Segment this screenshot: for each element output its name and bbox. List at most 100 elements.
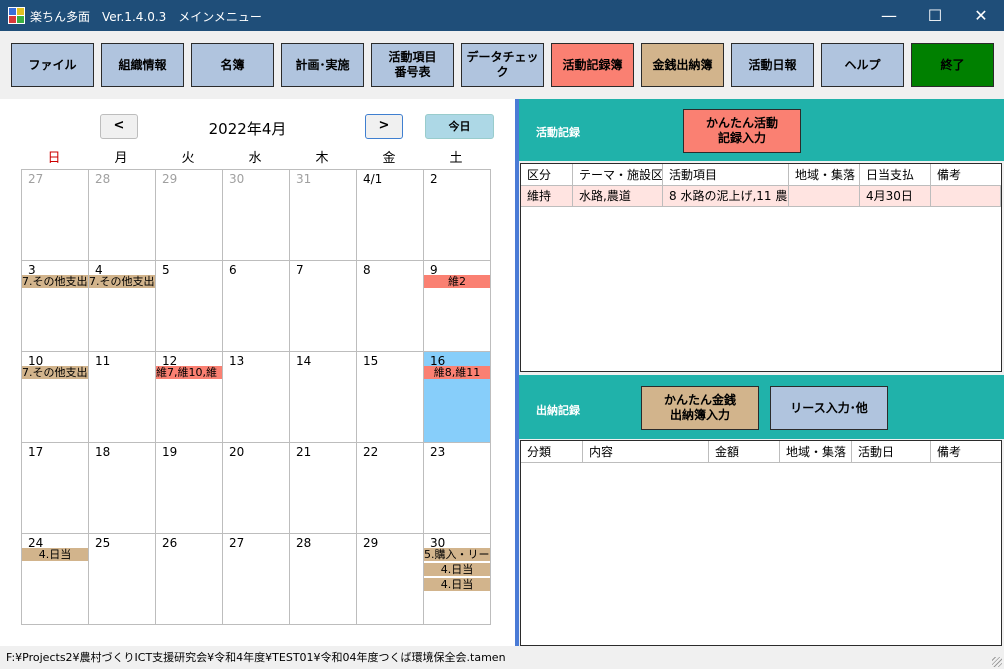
table-cell: 維持 bbox=[521, 186, 573, 207]
plan-button[interactable]: 計画･実施 bbox=[281, 43, 364, 87]
lease-entry-button[interactable]: リース入力･他 bbox=[770, 386, 888, 430]
calendar-day[interactable]: 31 bbox=[290, 170, 357, 261]
column-header[interactable]: 区分 bbox=[521, 164, 573, 186]
calendar-event[interactable]: 維7,維10,維 bbox=[156, 366, 222, 379]
calendar-event[interactable]: 4.日当 bbox=[424, 563, 490, 576]
org-info-button[interactable]: 組織情報 bbox=[101, 43, 184, 87]
activity-log-button[interactable]: 活動記録簿 bbox=[551, 43, 634, 87]
calendar-day[interactable]: 27 bbox=[223, 534, 290, 625]
cashbook-button[interactable]: 金銭出納簿 bbox=[641, 43, 724, 87]
table-cell bbox=[931, 186, 1001, 207]
activity-grid-header: 区分 テーマ・施設区 活動項目 地域・集落 日当支払 備考 bbox=[521, 164, 1001, 186]
quick-activity-entry-button[interactable]: かんたん活動 記録入力 bbox=[683, 109, 801, 153]
column-header[interactable]: 地域・集落 bbox=[780, 441, 852, 463]
calendar-event[interactable]: 4.日当 bbox=[22, 548, 88, 561]
calendar-day[interactable]: 22 bbox=[357, 443, 424, 534]
calendar-day[interactable]: 9 維2 bbox=[424, 261, 491, 352]
maximize-icon[interactable]: ☐ bbox=[912, 0, 958, 31]
day-number: 31 bbox=[296, 172, 312, 186]
weekday-label: 日 bbox=[47, 151, 61, 166]
calendar-day[interactable]: 28 bbox=[89, 170, 156, 261]
weekday-label: 火 bbox=[181, 151, 195, 166]
calendar-day[interactable]: 8 bbox=[357, 261, 424, 352]
activity-items-button[interactable]: 活動項目 番号表 bbox=[371, 43, 454, 87]
calendar-day[interactable]: 25 bbox=[89, 534, 156, 625]
calendar-day[interactable]: 3 7.その他支出 bbox=[22, 261, 89, 352]
table-row[interactable]: 維持 水路,農道 8 水路の泥上げ,11 農道の草刈り 4月30日 bbox=[521, 186, 1001, 207]
month-title: 2022年4月 bbox=[208, 120, 287, 138]
roster-button[interactable]: 名簿 bbox=[191, 43, 274, 87]
column-header[interactable]: 備考 bbox=[931, 164, 1001, 186]
calendar-day[interactable]: 29 bbox=[357, 534, 424, 625]
column-header[interactable]: 内容 bbox=[583, 441, 709, 463]
column-header[interactable]: 地域・集落 bbox=[789, 164, 860, 186]
calendar-day[interactable]: 24 4.日当 bbox=[22, 534, 89, 625]
calendar-event[interactable]: 4.日当 bbox=[424, 578, 490, 591]
calendar-day[interactable]: 27 bbox=[22, 170, 89, 261]
calendar-day[interactable]: 18 bbox=[89, 443, 156, 534]
calendar-day[interactable]: 11 bbox=[89, 352, 156, 443]
day-number: 2 bbox=[430, 172, 438, 186]
day-number: 27 bbox=[28, 172, 44, 186]
minimize-icon[interactable]: — bbox=[866, 0, 912, 31]
column-header[interactable]: 活動項目 bbox=[663, 164, 789, 186]
day-number: 17 bbox=[28, 445, 44, 459]
calendar-day[interactable]: 5 bbox=[156, 261, 223, 352]
calendar-day[interactable]: 21 bbox=[290, 443, 357, 534]
calendar-day[interactable]: 17 bbox=[22, 443, 89, 534]
weekday-label: 木 bbox=[315, 151, 329, 166]
panel-divider[interactable] bbox=[515, 99, 519, 646]
calendar-day[interactable]: 2 bbox=[424, 170, 491, 261]
calendar-day[interactable]: 4/1 bbox=[357, 170, 424, 261]
column-header[interactable]: 分類 bbox=[521, 441, 583, 463]
next-month-button[interactable]: > bbox=[365, 114, 403, 139]
help-button[interactable]: ヘルプ bbox=[821, 43, 904, 87]
day-number: 20 bbox=[229, 445, 245, 459]
quick-cashbook-entry-button[interactable]: かんたん金銭 出納簿入力 bbox=[641, 386, 759, 430]
column-header[interactable]: テーマ・施設区 bbox=[573, 164, 663, 186]
prev-month-button[interactable]: < bbox=[100, 114, 138, 139]
calendar-day[interactable]: 6 bbox=[223, 261, 290, 352]
calendar-day[interactable]: 23 bbox=[424, 443, 491, 534]
calendar-day[interactable]: 16 維8,維11 bbox=[424, 352, 491, 443]
calendar-day[interactable]: 12 維7,維10,維 bbox=[156, 352, 223, 443]
calendar-event[interactable]: 7.その他支出 bbox=[89, 275, 155, 288]
close-icon[interactable]: ✕ bbox=[958, 0, 1004, 31]
calendar-day[interactable]: 7 bbox=[290, 261, 357, 352]
calendar-day[interactable]: 26 bbox=[156, 534, 223, 625]
calendar-day[interactable]: 10 7.その他支出 bbox=[22, 352, 89, 443]
day-number: 19 bbox=[162, 445, 178, 459]
calendar-day[interactable]: 14 bbox=[290, 352, 357, 443]
calendar-event[interactable]: 5.購入・リース bbox=[424, 548, 490, 561]
calendar-day[interactable]: 305.購入・リース4.日当4.日当 bbox=[424, 534, 491, 625]
calendar-day[interactable]: 30 bbox=[223, 170, 290, 261]
calendar-day[interactable]: 20 bbox=[223, 443, 290, 534]
calendar-day[interactable]: 28 bbox=[290, 534, 357, 625]
file-button[interactable]: ファイル bbox=[11, 43, 94, 87]
column-header[interactable]: 備考 bbox=[931, 441, 1001, 463]
table-cell: 4月30日 bbox=[860, 186, 931, 207]
activity-grid[interactable]: 区分 テーマ・施設区 活動項目 地域・集落 日当支払 備考 維持 水路,農道 8… bbox=[520, 163, 1002, 372]
day-number: 28 bbox=[296, 536, 312, 550]
today-button[interactable]: 今日 bbox=[425, 114, 494, 139]
day-number: 30 bbox=[229, 172, 245, 186]
column-header[interactable]: 金額 bbox=[709, 441, 780, 463]
cashbook-grid[interactable]: 分類 内容 金額 地域・集落 活動日 備考 bbox=[520, 440, 1002, 646]
daily-report-button[interactable]: 活動日報 bbox=[731, 43, 814, 87]
window-title: 楽ちん多面 Ver.1.4.0.3 メインメニュー bbox=[30, 10, 262, 24]
data-check-button[interactable]: データチェック bbox=[461, 43, 544, 87]
calendar-day[interactable]: 15 bbox=[357, 352, 424, 443]
resize-grip-icon[interactable] bbox=[992, 657, 1002, 667]
calendar-event[interactable]: 維8,維11 bbox=[424, 366, 490, 379]
calendar-day[interactable]: 29 bbox=[156, 170, 223, 261]
column-header[interactable]: 活動日 bbox=[852, 441, 931, 463]
day-number: 15 bbox=[363, 354, 379, 368]
calendar-event[interactable]: 7.その他支出 bbox=[22, 366, 88, 379]
exit-button[interactable]: 終了 bbox=[911, 43, 994, 87]
calendar-event[interactable]: 7.その他支出 bbox=[22, 275, 88, 288]
calendar-day[interactable]: 19 bbox=[156, 443, 223, 534]
calendar-day[interactable]: 4 7.その他支出 bbox=[89, 261, 156, 352]
column-header[interactable]: 日当支払 bbox=[860, 164, 931, 186]
calendar-event[interactable]: 維2 bbox=[424, 275, 490, 288]
calendar-day[interactable]: 13 bbox=[223, 352, 290, 443]
